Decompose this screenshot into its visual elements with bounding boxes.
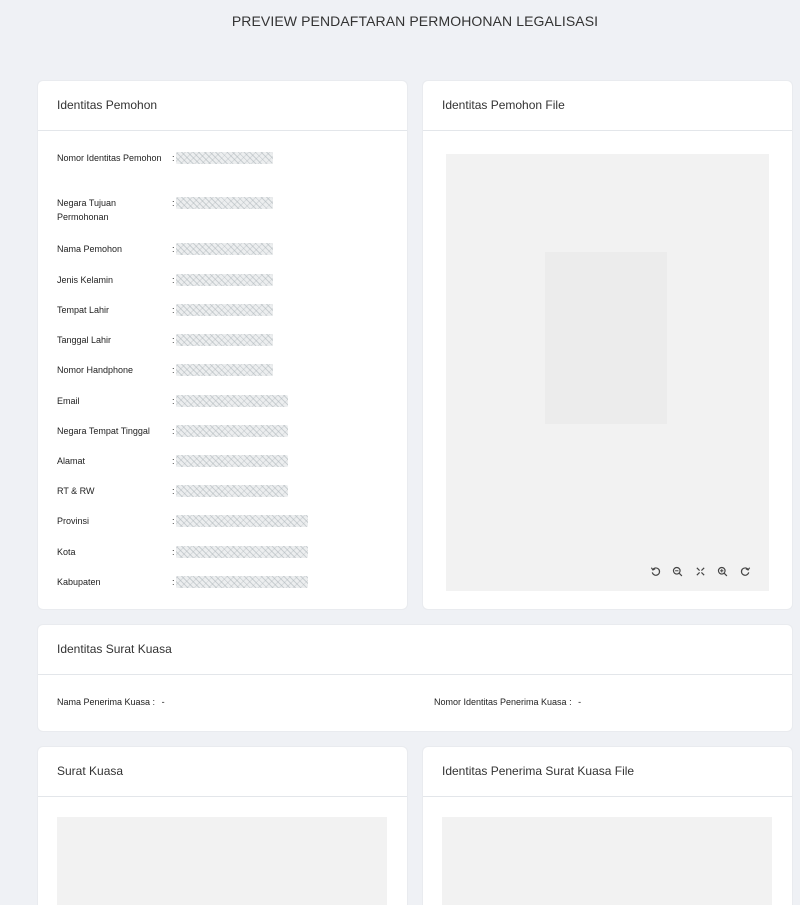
- card-title: Identitas Surat Kuasa: [38, 625, 792, 675]
- field-label: Nama Penerima Kuasa :: [57, 697, 156, 707]
- identitas-penerima-file-card: Identitas Penerima Surat Kuasa File: [423, 747, 792, 905]
- document-preview[interactable]: [57, 817, 387, 905]
- field-label: Negara Tempat Tinggal: [57, 426, 150, 436]
- field-colon: :: [172, 426, 175, 436]
- field-label: Tempat Lahir: [57, 305, 110, 315]
- field-value: -: [578, 697, 582, 707]
- redacted-value: [176, 304, 273, 316]
- field-label: Nama Pemohon: [57, 244, 123, 254]
- field-label: Kota: [57, 547, 76, 557]
- field-colon: :: [172, 335, 175, 345]
- redacted-value: [176, 364, 273, 376]
- field-value: -: [161, 697, 165, 707]
- redacted-value: [176, 152, 273, 164]
- redacted-value: [176, 485, 288, 497]
- identitas-pemohon-card: Identitas Pemohon Nomor Identitas Pemoho…: [38, 81, 407, 609]
- redacted-value: [176, 546, 308, 558]
- page-title: PREVIEW PENDAFTARAN PERMOHONAN LEGALISAS…: [231, 13, 599, 29]
- card-title: Identitas Penerima Surat Kuasa File: [423, 747, 792, 797]
- redacted-value: [176, 334, 273, 346]
- rotate-left-icon[interactable]: [645, 561, 665, 581]
- redacted-value: [176, 243, 273, 255]
- field-colon: :: [172, 516, 175, 526]
- redacted-value: [176, 274, 273, 286]
- document-preview[interactable]: [442, 817, 772, 905]
- field-label: Kabupaten: [57, 577, 101, 587]
- identitas-surat-kuasa-card: Identitas Surat Kuasa Nama Penerima Kuas…: [38, 625, 792, 731]
- field-colon: :: [172, 547, 175, 557]
- image-viewer[interactable]: [446, 154, 769, 591]
- field-label: Jenis Kelamin: [57, 275, 114, 285]
- redacted-value: [176, 455, 288, 467]
- zoom-out-icon[interactable]: [668, 561, 688, 581]
- field-label: Alamat: [57, 456, 86, 466]
- redacted-value: [176, 576, 308, 588]
- field-label: RT & RW: [57, 486, 95, 496]
- card-title: Identitas Pemohon: [38, 81, 407, 131]
- identitas-pemohon-file-card: Identitas Pemohon File: [423, 81, 792, 609]
- viewer-toolbar: [639, 558, 761, 584]
- field-colon: :: [172, 275, 175, 285]
- field-label: Nomor Identitas Pemohon: [57, 153, 162, 163]
- field-colon: :: [172, 365, 175, 375]
- field-label: Negara Tujuan Permohonan: [57, 198, 117, 222]
- card-title: Surat Kuasa: [38, 747, 407, 797]
- field-colon: :: [172, 486, 175, 496]
- redacted-value: [176, 425, 288, 437]
- field-label: Email: [57, 396, 80, 406]
- redacted-value: [176, 395, 288, 407]
- field-label: Tanggal Lahir: [57, 335, 112, 345]
- nomor-identitas-penerima-field: Nomor Identitas Penerima Kuasa : -: [434, 697, 581, 707]
- rotate-right-icon[interactable]: [735, 561, 755, 581]
- field-colon: :: [172, 396, 175, 406]
- field-label: Provinsi: [57, 516, 90, 526]
- field-label: Nomor Handphone: [57, 365, 134, 375]
- nama-penerima-field: Nama Penerima Kuasa : -: [57, 697, 165, 707]
- field-label: Nomor Identitas Penerima Kuasa :: [434, 697, 572, 707]
- redacted-value: [176, 515, 308, 527]
- surat-kuasa-card: Surat Kuasa: [38, 747, 407, 905]
- zoom-in-icon[interactable]: [713, 561, 733, 581]
- document-preview: [545, 252, 667, 424]
- field-colon: :: [172, 153, 175, 163]
- field-colon: :: [172, 456, 175, 466]
- fit-screen-icon[interactable]: [690, 561, 710, 581]
- field-colon: :: [172, 577, 175, 587]
- field-colon: :: [172, 198, 175, 208]
- field-colon: :: [172, 244, 175, 254]
- redacted-value: [176, 197, 273, 209]
- field-colon: :: [172, 305, 175, 315]
- card-title: Identitas Pemohon File: [423, 81, 792, 131]
